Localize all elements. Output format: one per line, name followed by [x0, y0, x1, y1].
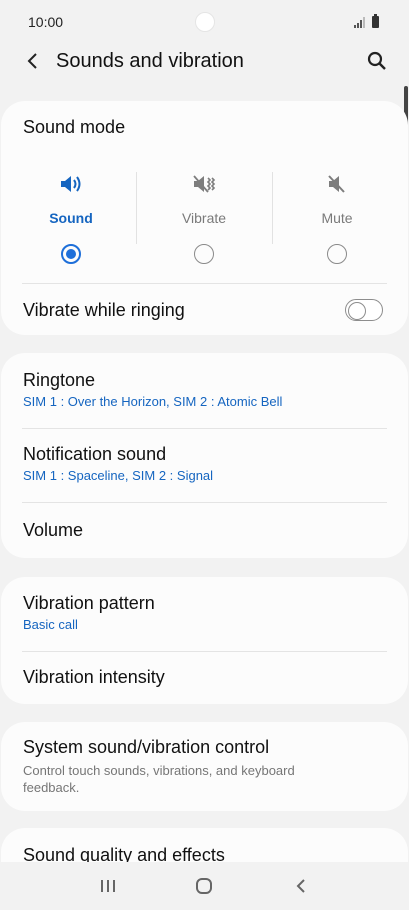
page-title: Sounds and vibration: [56, 49, 244, 72]
navigation-bar: [0, 862, 409, 910]
vibration-intensity-item[interactable]: Vibration intensity: [23, 667, 386, 688]
volume-item[interactable]: Volume: [23, 520, 386, 541]
mode-label-mute: Mute: [321, 210, 353, 226]
status-time: 10:00: [28, 14, 64, 30]
home-icon: [196, 878, 213, 894]
app-bar: Sounds and vibration: [0, 44, 409, 78]
ringtone-value: SIM 1 : Over the Horizon, SIM 2 : Atomic…: [23, 394, 283, 409]
battery-icon: [372, 14, 379, 28]
divider: [22, 651, 387, 652]
back-button[interactable]: [18, 47, 46, 75]
vibration-intensity-title: Vibration intensity: [23, 667, 165, 687]
vibrate-while-ringing-toggle[interactable]: [345, 299, 383, 321]
signal-icon: [354, 16, 365, 28]
recent-apps-icon: [101, 880, 116, 892]
divider: [22, 502, 387, 503]
vibrate-while-ringing-label[interactable]: Vibrate while ringing: [23, 300, 386, 321]
status-icons: [354, 14, 379, 28]
recent-apps-button[interactable]: [88, 866, 128, 906]
notification-sound-title: Notification sound: [23, 444, 167, 464]
ringtone-title: Ringtone: [23, 370, 96, 390]
nav-back-button[interactable]: [281, 866, 321, 906]
vibration-pattern-title: Vibration pattern: [23, 593, 155, 613]
chevron-left-icon: [27, 53, 37, 69]
notification-sound-item[interactable]: Notification sound SIM 1 : Spaceline, SI…: [23, 444, 386, 483]
home-button[interactable]: [184, 866, 224, 906]
divider: [22, 283, 387, 284]
mode-option-mute[interactable]: Mute: [270, 172, 404, 264]
radio-vibrate[interactable]: [194, 244, 214, 264]
mode-option-vibrate[interactable]: Vibrate: [137, 172, 271, 264]
vibrate-icon: [137, 172, 271, 196]
vibration-pattern-value: Basic call: [23, 617, 78, 632]
search-icon: [367, 51, 386, 70]
speaker-icon: [4, 172, 138, 196]
camera-cutout: [195, 12, 215, 32]
system-sound-item[interactable]: System sound/vibration control Control t…: [23, 737, 349, 796]
divider: [22, 428, 387, 429]
back-arrow-icon: [296, 879, 305, 893]
ringtone-item[interactable]: Ringtone SIM 1 : Over the Horizon, SIM 2…: [23, 370, 386, 409]
volume-title: Volume: [23, 520, 84, 540]
radio-sound[interactable]: [61, 244, 81, 264]
sound-mode-title: Sound mode: [23, 117, 126, 137]
vibration-pattern-item[interactable]: Vibration pattern Basic call: [23, 593, 386, 632]
system-sound-desc: Control touch sounds, vibrations, and ke…: [23, 763, 295, 795]
mode-option-sound[interactable]: Sound: [4, 172, 138, 264]
notification-sound-value: SIM 1 : Spaceline, SIM 2 : Signal: [23, 468, 214, 483]
mute-icon: [270, 172, 404, 196]
mode-label-sound: Sound: [49, 210, 93, 226]
mode-label-vibrate: Vibrate: [181, 210, 227, 226]
system-sound-title: System sound/vibration control: [23, 737, 270, 757]
search-button[interactable]: [363, 47, 391, 75]
radio-mute[interactable]: [327, 244, 347, 264]
